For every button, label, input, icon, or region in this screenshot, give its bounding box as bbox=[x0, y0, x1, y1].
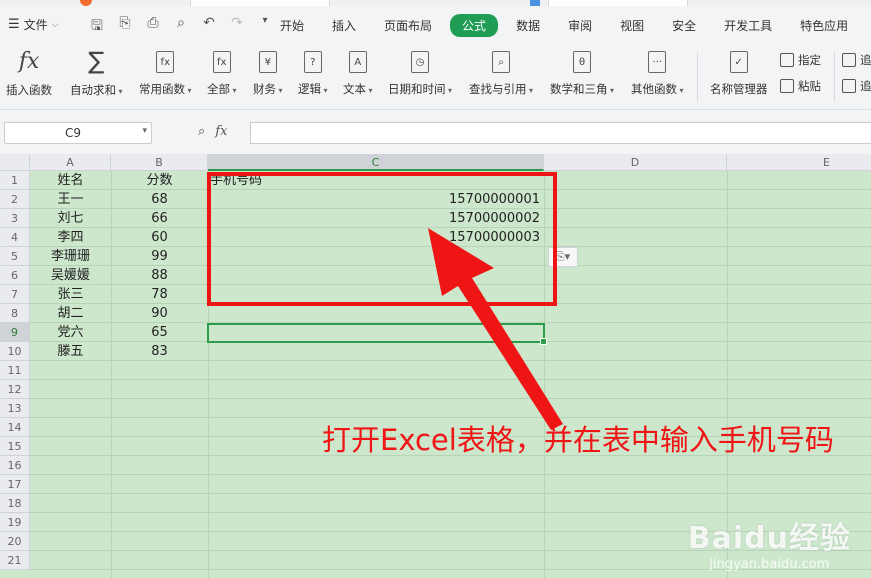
annotation-arrow bbox=[428, 228, 563, 430]
watermark: Baidu经验 jingyan.baidu.com bbox=[688, 513, 851, 572]
arrow-overlay bbox=[428, 228, 563, 430]
watermark-url: jingyan.baidu.com bbox=[709, 557, 830, 572]
annotation-text: 打开Excel表格，并在表中输入手机号码 bbox=[322, 423, 834, 457]
watermark-logo: Baidu经验 bbox=[687, 521, 851, 556]
